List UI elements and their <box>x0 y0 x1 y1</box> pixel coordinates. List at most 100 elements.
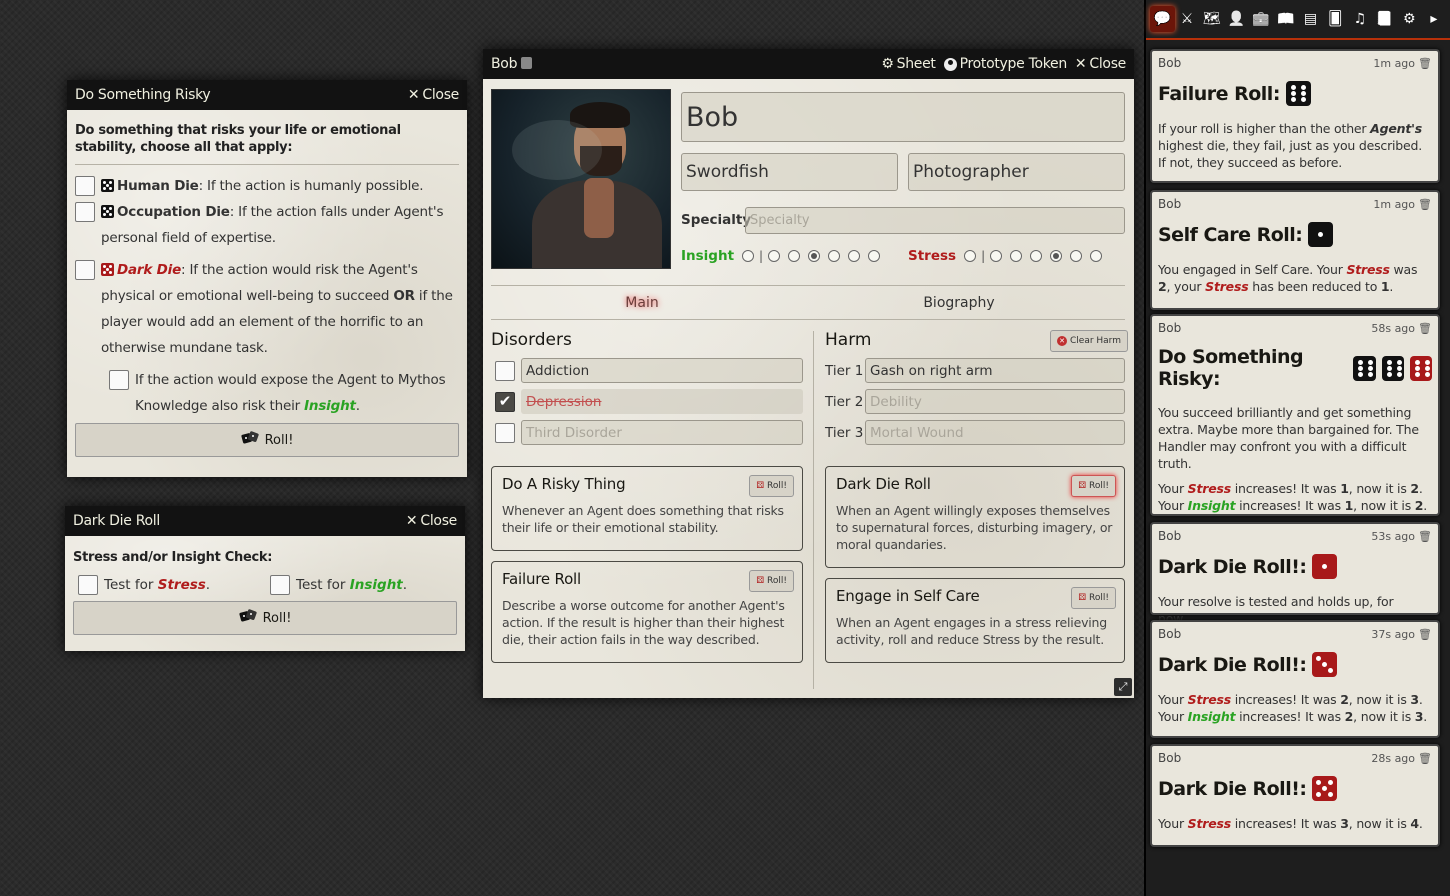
stress-circle[interactable] <box>1090 250 1103 262</box>
sidebar-tab-compendium[interactable]: 📒 <box>1372 6 1397 32</box>
clear-harm-button[interactable]: ✕ Clear Harm <box>1050 330 1128 352</box>
background-input[interactable]: Swordfish <box>681 153 898 191</box>
tab-biography[interactable]: Biography <box>793 295 1125 311</box>
disorder-row: Addiction <box>495 358 803 383</box>
sheet-header[interactable]: Bob ⚙ Sheet Prototype Token ✕ Close <box>483 49 1134 79</box>
stress-circle[interactable] <box>1070 250 1083 262</box>
tab-main[interactable]: Main <box>491 295 793 311</box>
roll-button[interactable]: ⚄ Roll! <box>749 570 794 592</box>
document-id-icon[interactable] <box>521 57 533 69</box>
prototype-token-button[interactable]: Prototype Token <box>943 56 1067 72</box>
roll-button[interactable]: Roll! <box>75 423 459 457</box>
insight-label: Insight <box>681 248 735 264</box>
move-card-self-care: Engage in Self Care When an Agent engage… <box>825 578 1125 663</box>
insight-circle[interactable] <box>868 250 881 262</box>
sidebar-tab-journal[interactable]: 📖 <box>1273 6 1298 32</box>
stress-circle[interactable] <box>1030 250 1043 262</box>
disorder-input[interactable]: Third Disorder <box>521 420 803 445</box>
test-stress-checkbox[interactable] <box>78 575 98 595</box>
trash-icon[interactable]: 🗑 <box>1418 198 1432 211</box>
tier3-input[interactable]: Mortal Wound <box>865 420 1125 445</box>
occupation-die-checkbox[interactable] <box>75 202 95 222</box>
message-speaker: Bob <box>1158 627 1182 641</box>
sidebar-tab-collapse[interactable]: ▸ <box>1422 6 1447 32</box>
character-sheet-window: Bob ⚙ Sheet Prototype Token ✕ Close Bob Sw… <box>483 49 1134 698</box>
move-card-dark-die: Dark Die Roll When an Agent willingly ex… <box>825 466 1125 568</box>
sidebar-tab-scenes[interactable]: 🗺 <box>1199 6 1224 32</box>
occupation-input[interactable]: Photographer <box>908 153 1125 191</box>
sidebar-tab-playlists[interactable]: ♫ <box>1348 6 1373 32</box>
disorder-checkbox[interactable] <box>495 360 515 381</box>
dark-dice-icon <box>101 263 114 276</box>
insight-circle[interactable] <box>742 250 755 262</box>
trash-icon[interactable]: 🗑 <box>1418 322 1432 335</box>
tier2-input[interactable]: Debility <box>865 389 1125 414</box>
stress-circle[interactable] <box>1010 250 1023 262</box>
sidebar-tab-items[interactable]: 💼 <box>1249 6 1274 32</box>
sheet-config-button[interactable]: ⚙ Sheet <box>881 56 936 72</box>
insight-circle[interactable] <box>788 250 801 262</box>
message-insight-line: Your Insight increases! It was 2, now it… <box>1158 709 1428 724</box>
resize-handle[interactable]: ⤢ <box>1114 678 1132 696</box>
message-timestamp: 1m ago <box>1373 197 1416 211</box>
trash-icon[interactable]: 🗑 <box>1418 752 1432 765</box>
specialty-input[interactable]: Specialty <box>745 207 1125 234</box>
mythos-checkbox[interactable] <box>109 370 129 390</box>
close-button[interactable]: ✕ Close <box>408 87 459 103</box>
disorder-checkbox[interactable] <box>495 422 515 443</box>
roll-button[interactable]: ⚄ Roll! <box>749 475 794 497</box>
message-timestamp: 1m ago <box>1373 56 1416 70</box>
character-name-input[interactable]: Bob <box>681 92 1125 142</box>
stress-circle[interactable] <box>1050 250 1063 262</box>
die-six-icon <box>1353 355 1376 381</box>
dark-die-checkbox[interactable] <box>75 260 95 280</box>
roll-button[interactable]: ⚄ Roll! <box>1071 587 1116 609</box>
harm-heading: Harm <box>825 330 872 350</box>
character-portrait[interactable] <box>491 89 671 269</box>
gear-icon: ⚙ <box>881 56 894 72</box>
message-speaker: Bob <box>1158 529 1182 543</box>
tier1-input[interactable]: Gash on right arm <box>865 358 1125 383</box>
close-icon: ✕ <box>407 87 420 103</box>
disorder-input[interactable]: Addiction <box>521 358 803 383</box>
trash-icon[interactable]: 🗑 <box>1418 57 1432 70</box>
human-die-checkbox[interactable] <box>75 176 95 196</box>
close-button[interactable]: ✕ Close <box>1075 56 1126 72</box>
sidebar-tab-actors[interactable]: 👤 <box>1224 6 1249 32</box>
test-insight-checkbox[interactable] <box>270 575 290 595</box>
sidebar-tab-settings[interactable]: ⚙ <box>1397 6 1422 32</box>
message-stress-line: Your Stress increases! It was 3, now it … <box>1158 816 1423 831</box>
dark-die-three-icon <box>1312 652 1338 677</box>
close-button[interactable]: ✕ Close <box>406 513 457 529</box>
stress-circle[interactable] <box>990 250 1003 262</box>
sidebar-tab-chat[interactable]: 💬 <box>1150 6 1175 32</box>
tier1-label: Tier 1 <box>825 363 864 379</box>
message-body: If your roll is higher than the other Ag… <box>1158 121 1423 170</box>
insight-circle[interactable] <box>828 250 841 262</box>
disorder-checkbox[interactable]: ✔ <box>495 391 515 412</box>
chat-message: Bob 28s ago 🗑 Dark Die Roll!: Your Stress … <box>1150 744 1440 847</box>
dialog-header[interactable]: Dark Die Roll ✕ Close <box>65 506 465 536</box>
trash-icon[interactable]: 🗑 <box>1418 530 1432 543</box>
dialog-title: Dark Die Roll <box>73 513 160 529</box>
mythos-option: If the action would expose the Agent to … <box>109 367 459 419</box>
disorder-row: Third Disorder <box>495 420 803 445</box>
sidebar-tab-combat[interactable]: ⚔ <box>1175 6 1200 32</box>
sidebar-tab-tables[interactable]: ▤ <box>1298 6 1323 32</box>
insight-circle[interactable] <box>808 250 821 262</box>
disorder-input[interactable]: Depression <box>521 389 803 414</box>
dice-icon <box>101 179 114 192</box>
trash-icon[interactable]: 🗑 <box>1418 628 1432 641</box>
dialog-header[interactable]: Do Something Risky ✕ Close <box>67 80 467 110</box>
move-description: Whenever an Agent does something that ri… <box>502 503 784 535</box>
chat-message: Bob 1m ago 🗑 Failure Roll: If your roll is… <box>1150 49 1440 183</box>
sidebar-tab-cards[interactable]: 🂠 <box>1323 6 1348 32</box>
message-title: Self Care Roll: <box>1158 223 1303 246</box>
roll-button[interactable]: Roll! <box>73 601 457 635</box>
stress-circle[interactable] <box>964 250 977 262</box>
insight-circle[interactable] <box>848 250 861 262</box>
dice-icon <box>241 431 259 449</box>
insight-circle[interactable] <box>768 250 781 262</box>
roll-button[interactable]: ⚄ Roll! <box>1071 475 1116 497</box>
check-label: Stress and/or Insight Check: <box>73 550 273 565</box>
